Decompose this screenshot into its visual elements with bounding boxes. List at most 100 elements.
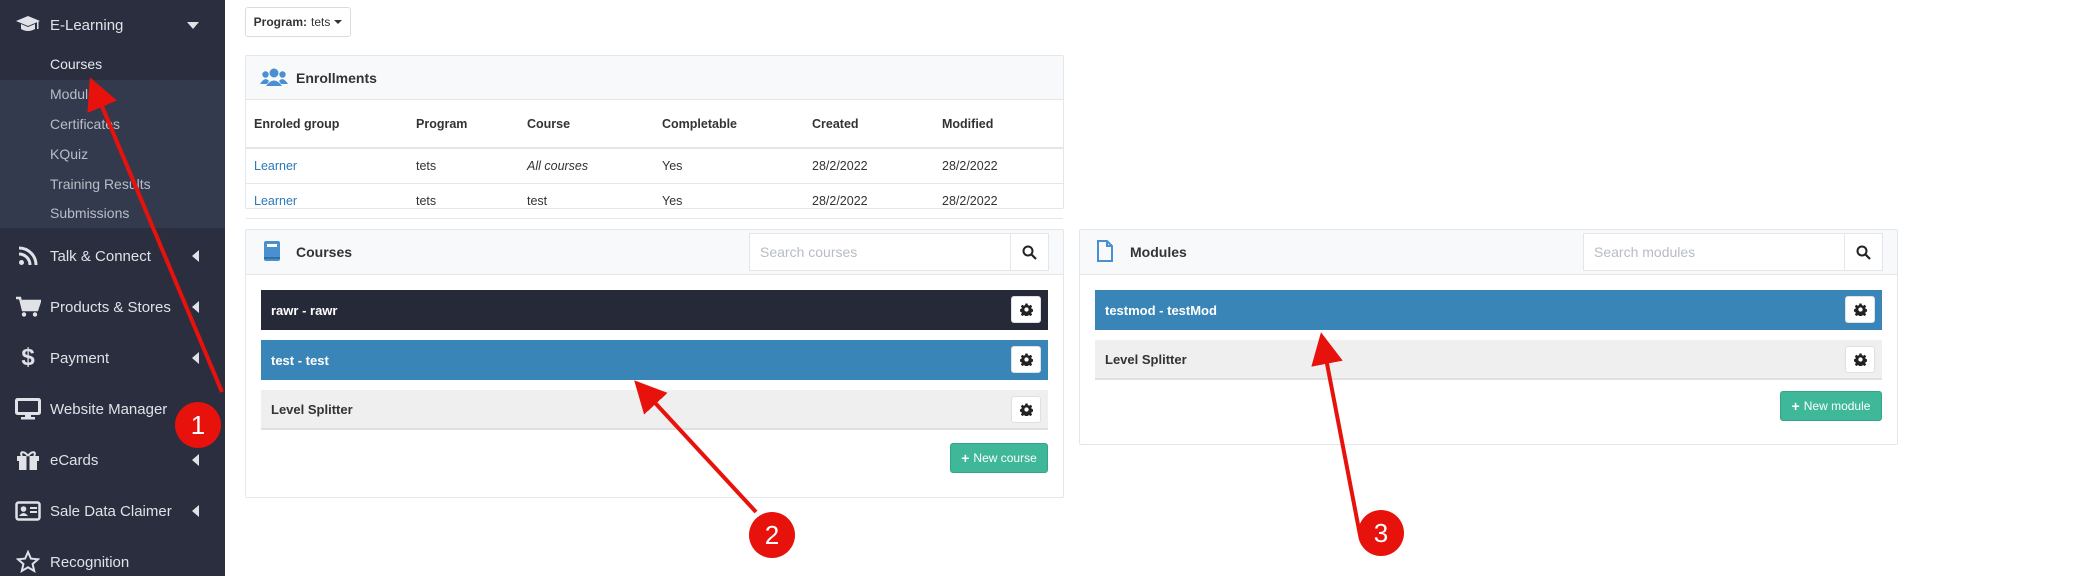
courses-header: Courses — [246, 230, 1063, 275]
gear-icon — [1853, 303, 1867, 316]
sidebar-item-label: Sale Data Claimer — [50, 502, 172, 520]
table-cell: 28/2/2022 — [804, 148, 934, 184]
table-cell: tets — [408, 183, 519, 219]
sidebar-submenu: Courses Modules Certificates KQuiz Train… — [0, 49, 225, 228]
course-name: Level Splitter — [271, 401, 353, 417]
search-modules-input[interactable] — [1584, 234, 1844, 270]
gear-icon — [1019, 353, 1033, 366]
file-icon — [1096, 240, 1122, 264]
course-row-rawr[interactable]: rawr - rawr — [261, 290, 1048, 330]
plus-icon: + — [1791, 398, 1800, 414]
course-name: test - test — [271, 352, 329, 368]
module-name: testmod - testMod — [1105, 302, 1217, 318]
new-module-button[interactable]: + New module — [1780, 391, 1882, 421]
button-label: New course — [973, 451, 1037, 465]
gear-icon — [1019, 403, 1033, 416]
course-row-level-splitter[interactable]: Level Splitter — [261, 390, 1048, 430]
table-header-row: Enroled group Program Course Completable… — [246, 100, 1063, 149]
panel-title: Enrollments — [296, 70, 377, 86]
table-cell: Yes — [654, 148, 804, 184]
submenu-item-courses[interactable]: Courses — [50, 56, 102, 72]
sidebar-item-products-stores[interactable]: Products & Stores — [0, 282, 225, 332]
module-name: Level Splitter — [1105, 351, 1187, 367]
sidebar-item-e-learning[interactable]: E-Learning — [0, 0, 225, 50]
course-settings-button[interactable] — [1011, 296, 1041, 323]
modules-search — [1583, 233, 1883, 271]
courses-search — [749, 233, 1049, 271]
enrollments-header: Enrollments — [246, 56, 1063, 100]
column-header: Program — [408, 100, 519, 149]
chevron-left-icon — [192, 301, 199, 313]
module-row-testmod[interactable]: testmod - testMod — [1095, 290, 1882, 330]
course-row-test[interactable]: test - test — [261, 340, 1048, 380]
annotation-badge-3: 3 — [1358, 510, 1404, 556]
sidebar-item-label: Talk & Connect — [50, 247, 151, 265]
annotation-badge-2: 2 — [749, 512, 795, 558]
program-dropdown[interactable]: Program: tets — [245, 7, 351, 37]
panel-title: Courses — [296, 244, 353, 260]
new-course-button[interactable]: + New course — [950, 443, 1048, 473]
table-cell: Yes — [654, 183, 804, 219]
program-value: tets — [311, 15, 331, 29]
module-settings-button[interactable] — [1845, 346, 1875, 373]
table-cell: test — [519, 183, 654, 219]
sidebar-item-label: E-Learning — [50, 16, 124, 34]
table-row: Learner tets test Yes 28/2/2022 28/2/202… — [246, 183, 1063, 219]
sidebar-item-label: Website Manager — [50, 400, 168, 418]
table-cell: 28/2/2022 — [804, 183, 934, 219]
enrollments-panel: Enrollments Enroled group Program Course… — [245, 55, 1064, 219]
program-label: Program: — [253, 15, 307, 29]
enrollments-table: Enroled group Program Course Completable… — [246, 100, 1063, 219]
rss-icon — [14, 242, 42, 270]
search-courses-input[interactable] — [750, 234, 1010, 270]
enroled-group-link[interactable]: Learner — [254, 194, 297, 208]
sidebar-item-payment[interactable]: $ Payment — [0, 333, 225, 383]
search-icon — [1022, 245, 1037, 260]
star-icon — [14, 548, 42, 576]
search-button[interactable] — [1010, 234, 1048, 270]
sidebar-item-sale-data-claimer[interactable]: Sale Data Claimer — [0, 486, 225, 536]
chevron-left-icon — [192, 250, 199, 262]
table-cell: 28/2/2022 — [934, 148, 1063, 184]
submenu-item-training-results[interactable]: Training Results — [50, 176, 151, 192]
modules-panel: Modules testmod - testMod Level Splitter… — [1079, 229, 1898, 445]
search-icon — [1856, 245, 1871, 260]
gear-icon — [1853, 353, 1867, 366]
courses-panel: Courses rawr - rawr test - test Level Sp… — [245, 229, 1064, 498]
module-row-level-splitter[interactable]: Level Splitter — [1095, 340, 1882, 380]
graduation-cap-icon — [14, 11, 42, 39]
search-button[interactable] — [1844, 234, 1882, 270]
table-cell: All courses — [519, 148, 654, 184]
users-icon — [260, 66, 288, 90]
column-header: Course — [519, 100, 654, 149]
active-highlight — [0, 49, 225, 80]
sidebar: E-Learning Courses Modules Certificates … — [0, 0, 225, 576]
chevron-left-icon — [192, 352, 199, 364]
sidebar-item-recognition[interactable]: Recognition — [0, 537, 225, 587]
annotation-badge-1: 1 — [175, 402, 221, 448]
course-name: rawr - rawr — [271, 302, 338, 318]
submenu-item-kquiz[interactable]: KQuiz — [50, 146, 88, 162]
course-settings-button[interactable] — [1011, 396, 1041, 423]
chevron-left-icon — [192, 505, 199, 517]
sidebar-item-label: eCards — [50, 451, 99, 469]
chevron-left-icon — [192, 454, 199, 466]
course-settings-button[interactable] — [1011, 346, 1041, 373]
column-header: Enroled group — [246, 100, 408, 149]
enroled-group-link[interactable]: Learner — [254, 159, 297, 173]
column-header: Created — [804, 100, 934, 149]
sidebar-item-label: Payment — [50, 349, 110, 367]
sidebar-item-talk-connect[interactable]: Talk & Connect — [0, 231, 225, 281]
submenu-item-submissions[interactable]: Submissions — [50, 205, 129, 221]
table-cell: 28/2/2022 — [934, 183, 1063, 219]
module-settings-button[interactable] — [1845, 296, 1875, 323]
caret-down-icon — [334, 20, 343, 24]
submenu-item-modules[interactable]: Modules — [50, 86, 103, 102]
submenu-item-certificates[interactable]: Certificates — [50, 116, 120, 132]
plus-icon: + — [961, 450, 970, 466]
panel-title: Modules — [1130, 244, 1187, 260]
column-header: Modified — [934, 100, 1063, 149]
sidebar-item-label: Products & Stores — [50, 298, 171, 316]
shopping-cart-icon — [14, 293, 42, 321]
chevron-down-icon — [187, 21, 199, 29]
